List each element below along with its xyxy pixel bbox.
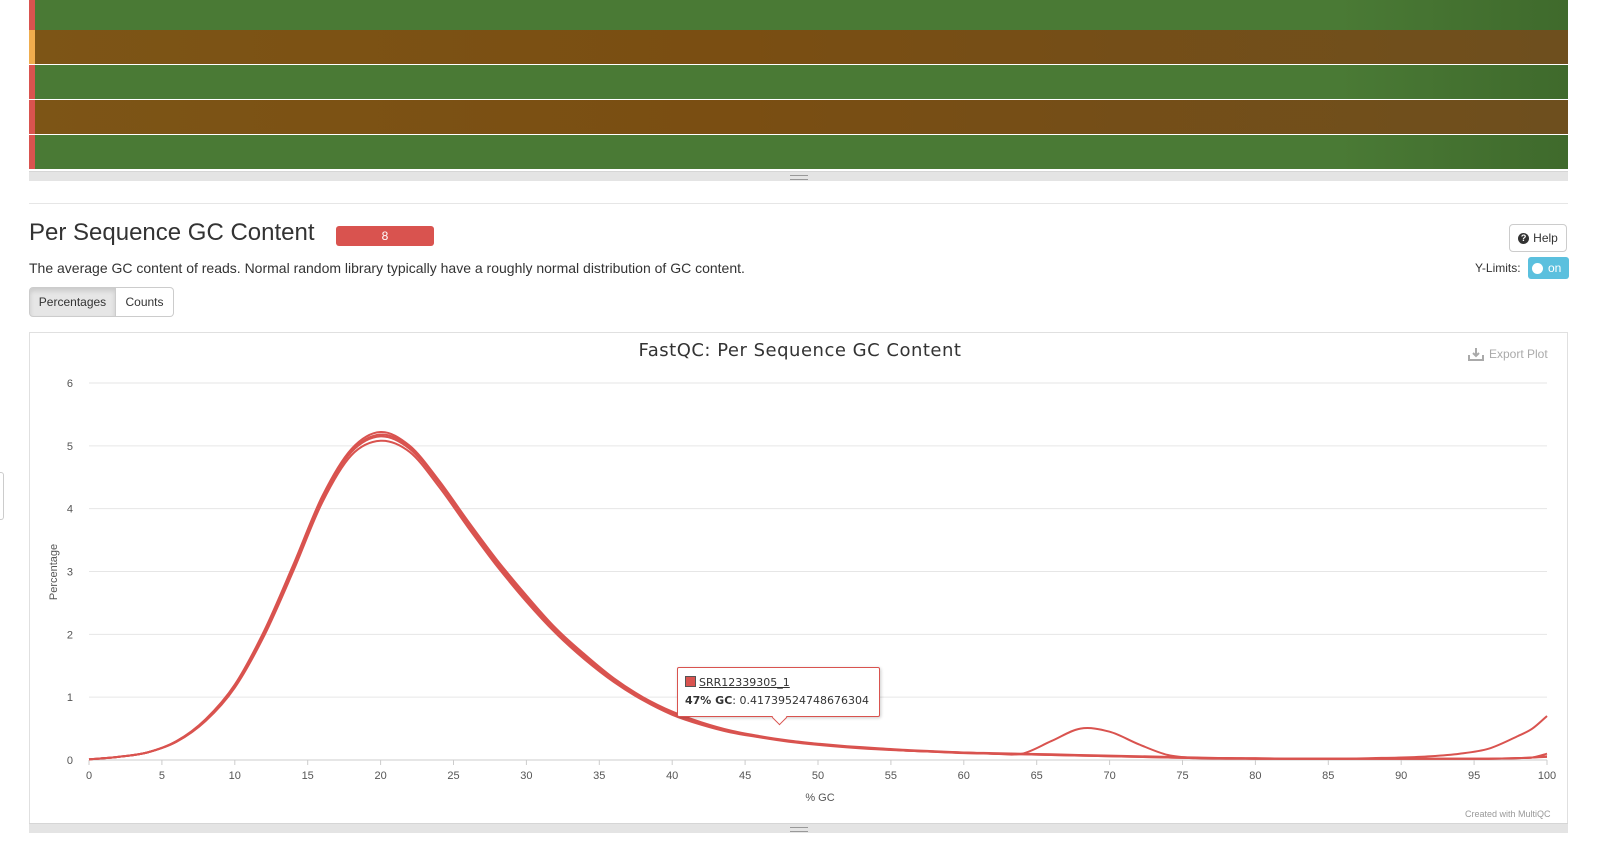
- x-tick-label: 85: [1322, 770, 1334, 782]
- tooltip-sample-name: SRR12339305_1: [699, 676, 790, 689]
- resize-grip-icon: [789, 827, 808, 832]
- x-tick-label: 25: [447, 770, 459, 782]
- x-tick-label: 50: [812, 770, 824, 782]
- x-tick-label: 100: [1538, 770, 1556, 782]
- x-axis-title: % GC: [805, 792, 834, 804]
- y-tick-label: 4: [67, 504, 73, 516]
- y-tick-label: 5: [67, 441, 73, 453]
- x-tick-label: 55: [885, 770, 897, 782]
- tooltip-x-label: 47% GC: [685, 694, 733, 707]
- x-tick-label: 35: [593, 770, 605, 782]
- x-tick-label: 45: [739, 770, 751, 782]
- export-plot-button[interactable]: Export Plot: [1468, 347, 1548, 361]
- x-tick-label: 80: [1249, 770, 1261, 782]
- y-axis-title: Percentage: [48, 544, 60, 600]
- x-tick-label: 60: [958, 770, 970, 782]
- y-tick-label: 3: [67, 567, 73, 579]
- x-tick-label: 5: [159, 770, 165, 782]
- y-tick-label: 2: [67, 629, 73, 641]
- x-tick-label: 70: [1103, 770, 1115, 782]
- x-tick-label: 0: [86, 770, 92, 782]
- y-tick-label: 6: [67, 378, 73, 390]
- x-tick-label: 90: [1395, 770, 1407, 782]
- series-color-swatch: [685, 676, 696, 687]
- multiqc-credit[interactable]: Created with MultiQC: [1465, 809, 1551, 819]
- plot-resize-handle[interactable]: [29, 823, 1568, 833]
- download-icon: [1468, 348, 1484, 361]
- x-tick-label: 95: [1468, 770, 1480, 782]
- y-tick-label: 1: [67, 692, 73, 704]
- tooltip-value: 0.41739524748676304: [739, 694, 869, 707]
- x-tick-label: 15: [302, 770, 314, 782]
- x-tick-label: 20: [374, 770, 386, 782]
- x-tick-label: 75: [1176, 770, 1188, 782]
- export-plot-label: Export Plot: [1489, 347, 1548, 361]
- chart-tooltip: SRR12339305_1 47% GC: 0.4173952474867630…: [677, 667, 880, 726]
- plot-title: FastQC: Per Sequence GC Content: [638, 340, 962, 361]
- gc-content-chart[interactable]: 01234560 5 10 15 20 25 30 35 40 45 50 55 60 65 70 75 80 8…: [0, 0, 1600, 862]
- x-tick-label: 40: [666, 770, 678, 782]
- x-tick-label: 65: [1031, 770, 1043, 782]
- x-tick-label: 30: [520, 770, 532, 782]
- x-tick-label: 10: [229, 770, 241, 782]
- y-tick-label: 0: [67, 755, 73, 767]
